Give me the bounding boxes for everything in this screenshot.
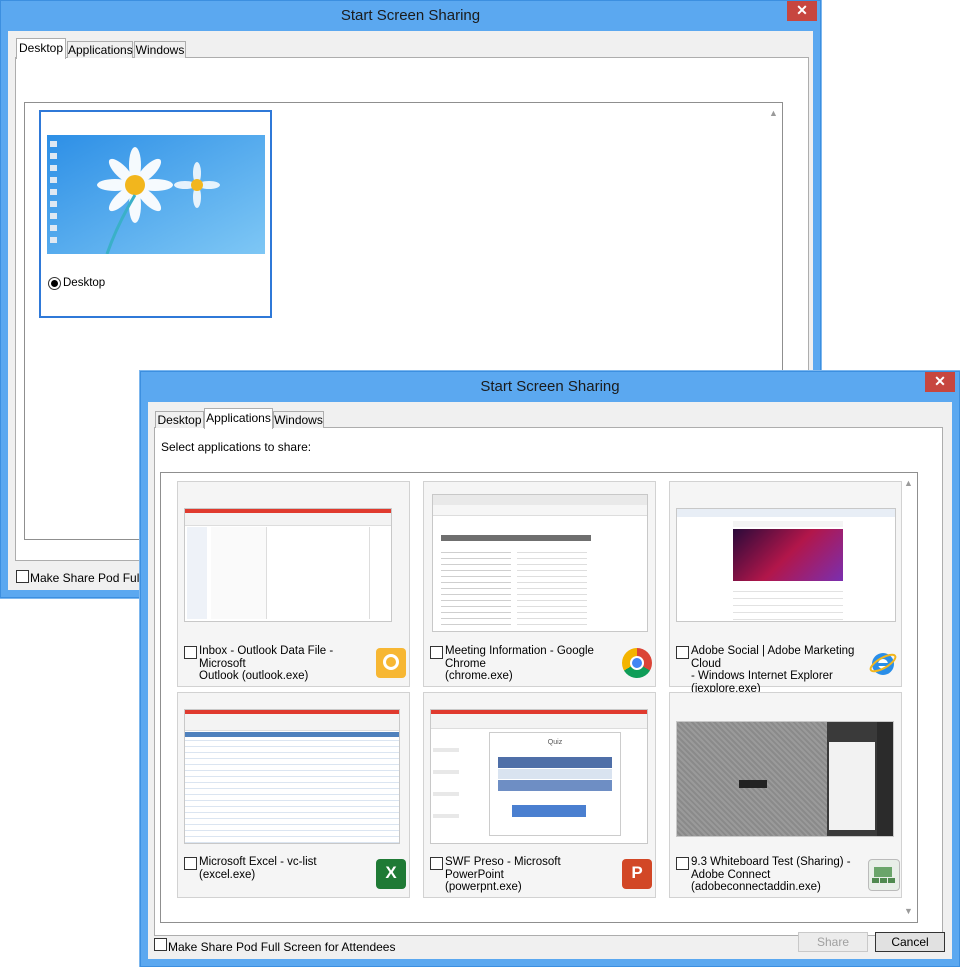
app-tile-ie[interactable]: Adobe Social | Adobe Marketing Cloud - W… [669, 481, 902, 695]
back-tab-windows[interactable]: Windows [134, 41, 186, 58]
scroll-up-icon[interactable]: ▲ [765, 105, 782, 122]
instruction-text: Select applications to share: [161, 440, 312, 454]
desktop-radio[interactable] [48, 277, 61, 290]
front-tab-desktop[interactable]: Desktop [155, 411, 204, 428]
app-label-adobe-connect: 9.3 Whiteboard Test (Sharing) - Adobe Co… [691, 856, 851, 893]
back-dialog-title: Start Screen Sharing [340, 7, 481, 24]
desktop-tile[interactable]: Desktop [39, 110, 272, 318]
adobe-connect-thumbnail [676, 721, 894, 837]
back-tab-desktop[interactable]: Desktop [16, 38, 66, 59]
app-label-ie: Adobe Social | Adobe Marketing Cloud - W… [691, 645, 855, 695]
front-frame-right [952, 402, 959, 966]
app-checkbox-adobe-connect[interactable] [676, 857, 689, 870]
back-frame-left [1, 31, 8, 597]
chrome-thumbnail [432, 494, 648, 632]
internet-explorer-icon [868, 648, 898, 678]
chrome-icon [622, 648, 652, 678]
app-tile-outlook[interactable]: Inbox - Outlook Data File - Microsoft Ou… [177, 481, 410, 687]
app-label-chrome: Meeting Information - Google Chrome (chr… [445, 645, 594, 682]
adobe-connect-icon [868, 859, 900, 891]
scroll-down-icon[interactable]: ▼ [900, 903, 917, 920]
desktop-wallpaper-image [47, 135, 265, 254]
outlook-thumbnail [184, 508, 392, 622]
app-checkbox-chrome[interactable] [430, 646, 443, 659]
front-frame-bottom [141, 959, 959, 966]
front-tab-windows[interactable]: Windows [273, 411, 324, 428]
app-tile-adobe-connect[interactable]: 9.3 Whiteboard Test (Sharing) - Adobe Co… [669, 692, 902, 898]
scroll-up-icon[interactable]: ▲ [900, 475, 917, 492]
front-close-button[interactable]: ✕ [925, 372, 955, 392]
front-tab-applications[interactable]: Applications [204, 408, 273, 429]
app-label-excel: Microsoft Excel - vc-list (excel.exe) [199, 856, 317, 881]
cancel-button[interactable]: Cancel [875, 932, 945, 952]
excel-thumbnail [184, 709, 400, 844]
front-dialog: Start Screen Sharing ✕ Desktop Applicati… [140, 371, 960, 967]
app-label-powerpoint: SWF Preso - Microsoft PowerPoint (powerp… [445, 856, 561, 893]
front-frame-left [141, 402, 148, 966]
app-tile-excel[interactable]: Microsoft Excel - vc-list (excel.exe) X [177, 692, 410, 898]
outlook-icon [376, 648, 406, 678]
front-dialog-title: Start Screen Sharing [480, 378, 620, 395]
powerpoint-thumbnail: Quiz [430, 709, 648, 844]
back-tab-applications[interactable]: Applications [67, 41, 133, 58]
app-tile-chrome[interactable]: Meeting Information - Google Chrome (chr… [423, 481, 656, 687]
back-fullscreen-checkbox[interactable] [16, 570, 29, 583]
share-button[interactable]: Share [798, 932, 868, 952]
excel-icon: X [376, 859, 406, 889]
app-checkbox-ie[interactable] [676, 646, 689, 659]
app-tile-powerpoint[interactable]: Quiz SWF Preso - Microsoft PowerPoint (p… [423, 692, 656, 898]
back-close-button[interactable]: ✕ [787, 1, 817, 21]
ie-thumbnail [676, 508, 896, 622]
front-fullscreen-checkbox[interactable] [154, 938, 167, 951]
app-checkbox-excel[interactable] [184, 857, 197, 870]
desktop-thumbnail [47, 135, 265, 254]
powerpoint-icon: P [622, 859, 652, 889]
app-label-outlook: Inbox - Outlook Data File - Microsoft Ou… [199, 645, 334, 682]
front-scrollbar[interactable]: ▲ ▼ [900, 473, 917, 922]
front-fullscreen-label: Make Share Pod Full Screen for Attendees [168, 940, 396, 954]
desktop-radio-label: Desktop [63, 277, 106, 289]
app-checkbox-outlook[interactable] [184, 646, 197, 659]
app-checkbox-powerpoint[interactable] [430, 857, 443, 870]
quiz-slide-title: Quiz [547, 739, 563, 746]
